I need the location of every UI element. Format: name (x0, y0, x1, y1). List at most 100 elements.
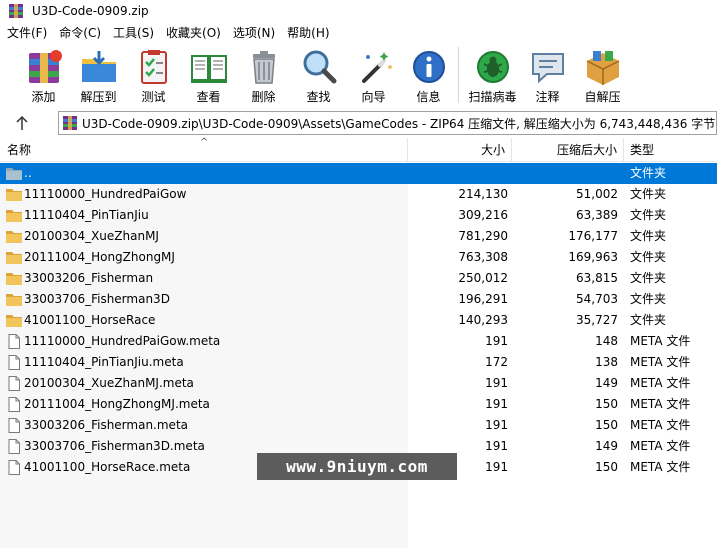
file-packed-size (512, 163, 618, 184)
file-name: 11110000_HundredPaiGow (24, 187, 187, 201)
toolbar: 添加 解压到 测试 查看 删除 查找 向导 信息 扫描病毒 注释 自解压 (0, 43, 717, 108)
view-label: 查看 (196, 90, 221, 104)
file-row[interactable]: 20100304_XueZhanMJ.meta 191 149 META 文件 (0, 373, 717, 394)
file-row[interactable]: 41001100_HorseRace 140,293 35,727 文件夹 (0, 310, 717, 331)
list-header: 名称 ^ 大小 压缩后大小 类型 (0, 137, 717, 162)
sfx-icon (586, 51, 619, 85)
file-type: 文件夹 (630, 250, 667, 264)
view-icon (190, 55, 227, 83)
comment-button[interactable]: 注释 (520, 43, 575, 105)
file-row[interactable]: 11110404_PinTianJiu 309,216 63,389 文件夹 (0, 205, 717, 226)
file-size: 172 (485, 355, 508, 369)
file-row[interactable]: 11110404_PinTianJiu.meta 172 138 META 文件 (0, 352, 717, 373)
extract-to-icon (81, 51, 116, 82)
file-row[interactable]: 33003706_Fisherman3D 196,291 54,703 文件夹 (0, 289, 717, 310)
file-name: 41001100_HorseRace (24, 313, 156, 327)
arrow-up-icon (16, 115, 28, 130)
file-packed-size: 149 (595, 376, 618, 390)
menu-tools[interactable]: 工具(S) (106, 24, 159, 41)
menu-help[interactable]: 帮助(H) (280, 24, 334, 41)
comment-icon (531, 53, 564, 84)
folder-icon (5, 250, 23, 265)
file-row[interactable]: 20100304_XueZhanMJ 781,290 176,177 文件夹 (0, 226, 717, 247)
info-button[interactable]: 信息 (401, 43, 456, 105)
file-type: 文件夹 (630, 292, 667, 306)
file-packed-size: 169,963 (568, 250, 618, 264)
file-row[interactable]: .. 文件夹 (0, 163, 717, 184)
file-packed-size: 150 (595, 460, 618, 474)
file-name: 11110404_PinTianJiu.meta (24, 355, 184, 369)
file-row[interactable]: 11110000_HundredPaiGow 214,130 51,002 文件夹 (0, 184, 717, 205)
file-type: 文件夹 (630, 229, 667, 243)
file-icon (5, 439, 23, 454)
file-icon (5, 397, 23, 412)
file-size: 309,216 (458, 208, 508, 222)
menu-bar: 文件(F) 命令(C) 工具(S) 收藏夹(O) 选项(N) 帮助(H) (0, 22, 717, 42)
file-name: 11110000_HundredPaiGow.meta (24, 334, 221, 348)
file-size: 191 (485, 376, 508, 390)
file-size: 781,290 (458, 229, 508, 243)
file-size: 191 (485, 418, 508, 432)
file-row[interactable]: 20111004_HongZhongMJ 763,308 169,963 文件夹 (0, 247, 717, 268)
file-name: 20111004_HongZhongMJ.meta (24, 397, 210, 411)
file-list: 名称 ^ 大小 压缩后大小 类型 .. 文件夹 11110000_HundredPa… (0, 137, 717, 548)
path-field[interactable]: U3D-Code-0909.zip\U3D-Code-0909\Assets\G… (58, 111, 717, 135)
folder-icon (5, 229, 23, 244)
file-type: 文件夹 (630, 187, 667, 201)
file-type: 文件夹 (630, 208, 667, 222)
info-label: 信息 (416, 90, 441, 104)
column-header-type[interactable]: 类型 (624, 138, 717, 162)
file-name: 20100304_XueZhanMJ.meta (24, 376, 194, 390)
sfx-label: 自解压 (584, 90, 621, 104)
file-icon (5, 460, 23, 475)
file-type: META 文件 (630, 460, 691, 474)
menu-favorites[interactable]: 收藏夹(O) (159, 24, 226, 41)
sort-ascending-icon: ^ (200, 137, 209, 148)
file-size: 250,012 (458, 271, 508, 285)
add-button[interactable]: 添加 (16, 43, 71, 105)
add-icon (28, 50, 62, 83)
folder-icon (5, 313, 23, 328)
file-icon (5, 418, 23, 433)
file-rows: .. 文件夹 11110000_HundredPaiGow 214,130 51,002… (0, 163, 717, 478)
menu-options[interactable]: 选项(N) (226, 24, 280, 41)
file-icon (5, 355, 23, 370)
file-type: 文件夹 (630, 313, 667, 327)
file-size: 763,308 (458, 250, 508, 264)
file-packed-size: 150 (595, 397, 618, 411)
sfx-button[interactable]: 自解压 (575, 43, 630, 105)
file-packed-size: 176,177 (568, 229, 618, 243)
menu-command[interactable]: 命令(C) (52, 24, 106, 41)
wizard-button[interactable]: 向导 (346, 43, 401, 105)
virus-scan-label: 扫描病毒 (468, 90, 517, 104)
file-type: META 文件 (630, 334, 691, 348)
test-button[interactable]: 测试 (126, 43, 181, 105)
column-header-name[interactable]: 名称 ^ (0, 137, 408, 162)
file-row[interactable]: 11110000_HundredPaiGow.meta 191 148 META 文件 (0, 331, 717, 352)
trash-icon (252, 51, 275, 84)
file-name: 33003706_Fisherman3D (24, 292, 170, 306)
virus-scan-icon (476, 51, 509, 83)
file-type: META 文件 (630, 397, 691, 411)
window-title: U3D-Code-0909.zip (32, 4, 149, 18)
file-row[interactable]: 33003206_Fisherman 250,012 63,815 文件夹 (0, 268, 717, 289)
file-type: META 文件 (630, 418, 691, 432)
column-header-packed[interactable]: 压缩后大小 (512, 138, 624, 162)
file-row[interactable]: 33003206_Fisherman.meta 191 150 META 文件 (0, 415, 717, 436)
view-button[interactable]: 查看 (181, 43, 236, 105)
delete-button[interactable]: 删除 (236, 43, 291, 105)
up-folder-button[interactable] (0, 111, 44, 135)
address-bar: U3D-Code-0909.zip\U3D-Code-0909\Assets\G… (0, 110, 717, 136)
virus-scan-button[interactable]: 扫描病毒 (465, 43, 520, 105)
find-button[interactable]: 查找 (291, 43, 346, 105)
file-icon (5, 334, 23, 349)
file-type: META 文件 (630, 376, 691, 390)
column-header-size[interactable]: 大小 (408, 138, 512, 162)
extract-to-button[interactable]: 解压到 (71, 43, 126, 105)
wizard-label: 向导 (361, 90, 386, 104)
file-row[interactable]: 20111004_HongZhongMJ.meta 191 150 META 文件 (0, 394, 717, 415)
menu-file[interactable]: 文件(F) (0, 24, 52, 41)
file-size: 140,293 (458, 313, 508, 327)
file-type: 文件夹 (630, 271, 667, 285)
add-label: 添加 (31, 90, 56, 104)
